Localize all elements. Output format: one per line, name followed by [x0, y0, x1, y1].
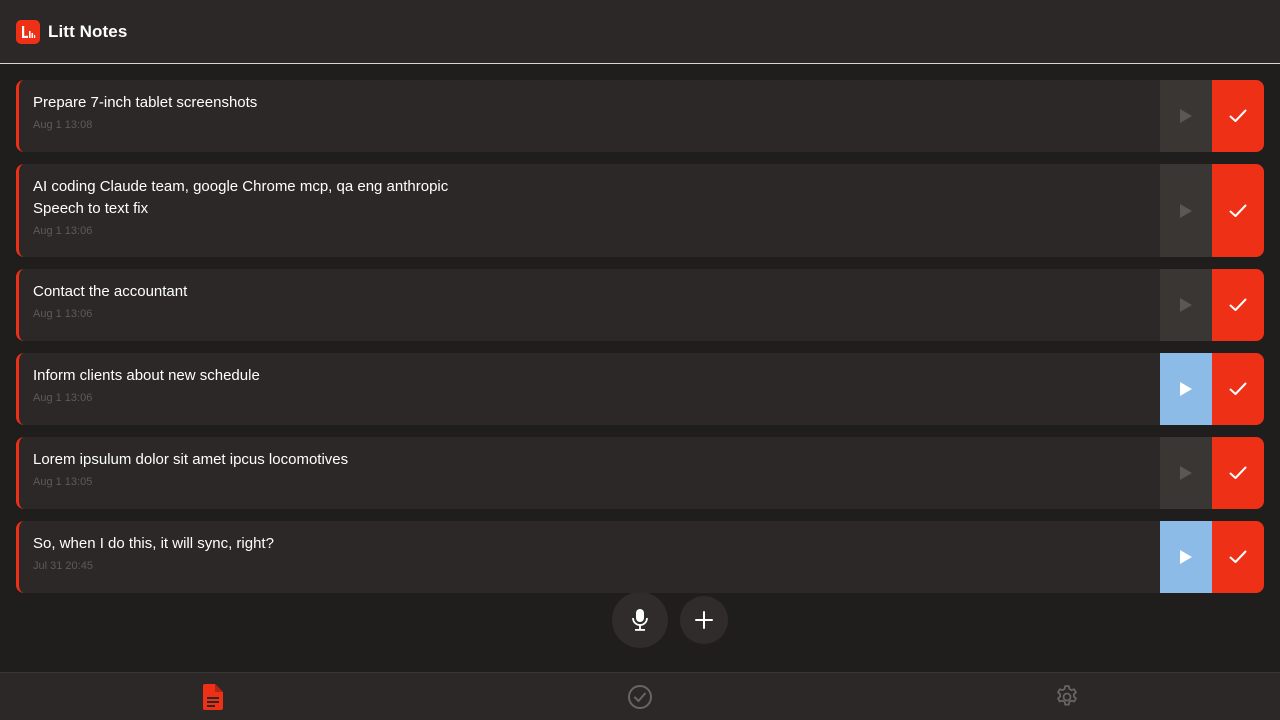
- note-content[interactable]: Lorem ipsulum dolor sit amet ipcus locom…: [19, 437, 1160, 509]
- play-icon: [1180, 203, 1192, 218]
- complete-button[interactable]: [1212, 437, 1264, 509]
- note-timestamp: Aug 1 13:06: [33, 225, 93, 237]
- app-header: Litt Notes: [0, 0, 1280, 64]
- note-card[interactable]: Contact the accountant Aug 1 13:06: [16, 269, 1264, 341]
- add-note-button[interactable]: [680, 596, 728, 644]
- record-button[interactable]: [612, 592, 668, 648]
- note-text: AI coding Claude team, google Chrome mcp…: [33, 178, 449, 217]
- check-icon: [1229, 298, 1247, 311]
- play-icon: [1180, 550, 1192, 564]
- note-card[interactable]: So, when I do this, it will sync, right?…: [16, 521, 1264, 593]
- microphone-icon: [632, 609, 648, 631]
- check-circle-icon: [628, 684, 652, 709]
- play-button[interactable]: [1160, 80, 1212, 152]
- note-timestamp: Aug 1 13:08: [33, 119, 93, 131]
- check-icon: [1229, 109, 1247, 122]
- play-icon: [1180, 466, 1192, 480]
- note-content[interactable]: Prepare 7-inch tablet screenshots Aug 1 …: [19, 80, 1160, 152]
- app-title: Litt Notes: [48, 21, 128, 41]
- play-icon: [1180, 109, 1192, 123]
- play-button[interactable]: [1160, 164, 1212, 257]
- note-text: Inform clients about new schedule: [33, 367, 260, 384]
- note-timestamp: Aug 1 13:05: [33, 476, 93, 488]
- note-text: Lorem ipsulum dolor sit amet ipcus locom…: [33, 451, 349, 468]
- nav-notes[interactable]: [0, 673, 427, 720]
- bottom-navigation: [0, 672, 1280, 720]
- nav-completed[interactable]: [427, 673, 854, 720]
- check-icon: [1229, 550, 1247, 563]
- play-button[interactable]: [1160, 437, 1212, 509]
- note-timestamp: Aug 1 13:06: [33, 392, 93, 404]
- complete-button[interactable]: [1212, 164, 1264, 257]
- play-button[interactable]: [1160, 521, 1212, 593]
- document-icon: [203, 683, 224, 710]
- floating-actions: [612, 592, 728, 648]
- play-button[interactable]: [1160, 269, 1212, 341]
- note-timestamp: Aug 1 13:06: [33, 308, 93, 320]
- check-icon: [1229, 204, 1247, 217]
- litt-logo-icon: [16, 19, 40, 44]
- play-icon: [1180, 382, 1192, 396]
- note-card[interactable]: AI coding Claude team, google Chrome mcp…: [16, 164, 1264, 257]
- note-text: Contact the accountant: [33, 283, 188, 300]
- note-card[interactable]: Lorem ipsulum dolor sit amet ipcus locom…: [16, 437, 1264, 509]
- complete-button[interactable]: [1212, 521, 1264, 593]
- complete-button[interactable]: [1212, 353, 1264, 425]
- note-card[interactable]: Inform clients about new schedule Aug 1 …: [16, 353, 1264, 425]
- notes-list: Prepare 7-inch tablet screenshots Aug 1 …: [16, 80, 1264, 605]
- note-timestamp: Jul 31 20:45: [33, 560, 93, 572]
- check-icon: [1229, 382, 1247, 395]
- note-content[interactable]: Contact the accountant Aug 1 13:06: [19, 269, 1160, 341]
- complete-button[interactable]: [1212, 80, 1264, 152]
- play-icon: [1180, 298, 1192, 312]
- note-content[interactable]: Inform clients about new schedule Aug 1 …: [19, 353, 1160, 425]
- note-text: So, when I do this, it will sync, right?: [33, 535, 274, 552]
- note-card[interactable]: Prepare 7-inch tablet screenshots Aug 1 …: [16, 80, 1264, 152]
- note-content[interactable]: AI coding Claude team, google Chrome mcp…: [19, 164, 1160, 257]
- plus-icon: [695, 611, 713, 629]
- check-icon: [1229, 466, 1247, 479]
- note-content[interactable]: So, when I do this, it will sync, right?…: [19, 521, 1160, 593]
- nav-settings[interactable]: [853, 673, 1280, 720]
- gear-icon: [1056, 684, 1077, 705]
- app-root: Litt Notes Prepare 7-inch tablet screens…: [0, 0, 1280, 720]
- complete-button[interactable]: [1212, 269, 1264, 341]
- note-text: Prepare 7-inch tablet screenshots: [33, 94, 258, 111]
- play-button[interactable]: [1160, 353, 1212, 425]
